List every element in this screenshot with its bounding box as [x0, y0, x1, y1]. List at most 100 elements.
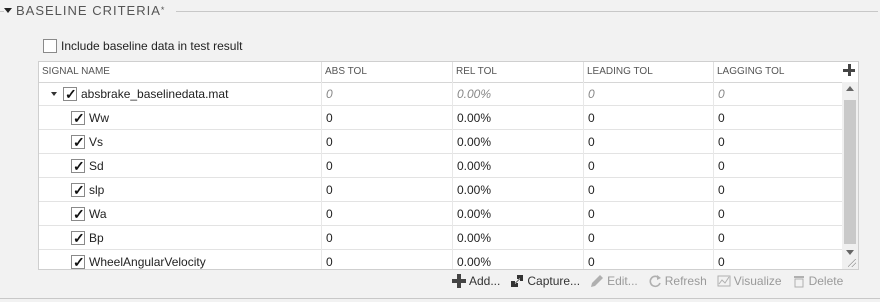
row-checkbox[interactable]: ✓	[71, 110, 85, 126]
capture-arrow-icon	[511, 275, 524, 287]
table-row[interactable]: ✓ Wa 0 0.00% 0 0	[39, 202, 842, 226]
leading-tol-cell[interactable]: 0	[584, 130, 714, 154]
table-row[interactable]: ✓ Vs 0 0.00% 0 0	[39, 130, 842, 154]
table-row-parent[interactable]: ✓ absbrake_baselinedata.mat 0 0.00% 0 0	[39, 82, 842, 106]
signal-name: absbrake_baselinedata.mat	[81, 87, 229, 101]
table-row[interactable]: ✓ Bp 0 0.00% 0 0	[39, 226, 842, 250]
row-checkbox[interactable]: ✓	[63, 86, 77, 102]
table-row[interactable]: ✓ Ww 0 0.00% 0 0	[39, 106, 842, 130]
resize-grip-icon[interactable]	[847, 258, 857, 268]
rel-tol-cell[interactable]: 0.00%	[453, 130, 584, 154]
leading-tol-cell[interactable]: 0	[584, 178, 714, 202]
abs-tol-cell[interactable]: 0	[322, 82, 453, 106]
column-header-lagging-tol[interactable]: LAGGING TOL	[714, 62, 842, 82]
capture-button[interactable]: Capture...	[510, 274, 580, 288]
section-header-baseline-criteria[interactable]: BASELINE CRITERIA *	[4, 2, 165, 18]
checkbox-box[interactable]	[43, 39, 57, 53]
checkmark-icon: ✓	[73, 158, 85, 174]
rel-tol-cell[interactable]: 0.00%	[453, 226, 584, 250]
baseline-signal-table: SIGNAL NAME ABS TOL REL TOL LEADING TOL …	[38, 61, 859, 270]
add-button[interactable]: Add...	[452, 274, 500, 288]
leading-tol-cell[interactable]: 0	[584, 226, 714, 250]
abs-tol-cell[interactable]: 0	[322, 250, 453, 269]
checkmark-icon: ✓	[73, 206, 85, 222]
column-header-leading-tol[interactable]: LEADING TOL	[584, 62, 714, 82]
abs-tol-cell[interactable]: 0	[322, 106, 453, 130]
signal-name: Sd	[89, 159, 104, 173]
lagging-tol-cell[interactable]: 0	[714, 82, 842, 106]
row-checkbox[interactable]: ✓	[71, 182, 85, 198]
rel-tol-cell[interactable]: 0.00%	[453, 202, 584, 226]
signal-name-cell: ✓ Vs	[39, 130, 322, 154]
lagging-tol-cell[interactable]: 0	[714, 178, 842, 202]
leading-tol-cell[interactable]: 0	[584, 106, 714, 130]
refresh-button[interactable]: Refresh	[648, 274, 707, 288]
abs-tol-cell[interactable]: 0	[322, 154, 453, 178]
table-header: SIGNAL NAME ABS TOL REL TOL LEADING TOL …	[39, 62, 842, 83]
signal-name-cell: ✓ Bp	[39, 226, 322, 250]
row-checkbox[interactable]: ✓	[71, 206, 85, 222]
rel-tol-cell[interactable]: 0.00%	[453, 178, 584, 202]
leading-tol-cell[interactable]: 0	[584, 154, 714, 178]
checkmark-icon: ✓	[73, 134, 85, 150]
signal-name-cell: ✓ slp	[39, 178, 322, 202]
rel-tol-cell[interactable]: 0.00%	[453, 250, 584, 269]
column-header-abs-tol[interactable]: ABS TOL	[322, 62, 453, 82]
visualize-icon	[717, 275, 731, 287]
visualize-button[interactable]: Visualize	[717, 274, 782, 288]
expand-caret-icon[interactable]	[51, 92, 57, 96]
abs-tol-cell[interactable]: 0	[322, 130, 453, 154]
lagging-tol-cell[interactable]: 0	[714, 202, 842, 226]
abs-tol-cell[interactable]: 0	[322, 202, 453, 226]
refresh-icon	[649, 275, 661, 288]
scroll-thumb[interactable]	[844, 100, 856, 244]
delete-label: Delete	[808, 274, 844, 288]
edit-button[interactable]: Edit...	[590, 274, 638, 288]
lagging-tol-cell[interactable]: 0	[714, 226, 842, 250]
signal-name-cell: ✓ Sd	[39, 154, 322, 178]
section-rule	[176, 11, 878, 12]
lagging-tol-cell[interactable]: 0	[714, 130, 842, 154]
signal-name-cell: ✓ WheelAngularVelocity	[39, 250, 322, 269]
column-header-rel-tol[interactable]: REL TOL	[453, 62, 584, 82]
checkmark-icon: ✓	[65, 86, 77, 102]
signal-name: Ww	[89, 111, 109, 125]
abs-tol-cell[interactable]: 0	[322, 226, 453, 250]
leading-tol-cell[interactable]: 0	[584, 250, 714, 269]
leading-tol-cell[interactable]: 0	[584, 82, 714, 106]
signal-name-cell: ✓ absbrake_baselinedata.mat	[39, 82, 322, 106]
section-title: BASELINE CRITERIA	[16, 2, 161, 18]
column-header-signal-name[interactable]: SIGNAL NAME	[39, 62, 322, 82]
checkmark-icon: ✓	[73, 230, 85, 246]
table-row[interactable]: ✓ Sd 0 0.00% 0 0	[39, 154, 842, 178]
rel-tol-cell[interactable]: 0.00%	[453, 82, 584, 106]
include-baseline-checkbox[interactable]: Include baseline data in test result	[43, 39, 242, 53]
lagging-tol-cell[interactable]: 0	[714, 250, 842, 269]
leading-tol-cell[interactable]: 0	[584, 202, 714, 226]
rel-tol-cell[interactable]: 0.00%	[453, 154, 584, 178]
checkmark-icon: ✓	[73, 182, 85, 198]
table-row[interactable]: ✓ slp 0 0.00% 0 0	[39, 178, 842, 202]
table-row[interactable]: ✓ WheelAngularVelocity 0 0.00% 0 0	[39, 250, 842, 269]
scroll-up-arrow-icon[interactable]	[846, 86, 854, 91]
table-toolbar: Add... Capture... Edit... Refresh Visual…	[452, 272, 853, 290]
lagging-tol-cell[interactable]: 0	[714, 106, 842, 130]
lagging-tol-cell[interactable]: 0	[714, 154, 842, 178]
row-checkbox[interactable]: ✓	[71, 254, 85, 269]
add-column-plus-icon[interactable]	[842, 63, 856, 77]
add-label: Add...	[469, 274, 501, 288]
signal-name: Wa	[89, 207, 107, 221]
rel-tol-cell[interactable]: 0.00%	[453, 106, 584, 130]
scroll-down-arrow-icon[interactable]	[846, 250, 854, 255]
row-checkbox[interactable]: ✓	[71, 134, 85, 150]
trash-icon	[793, 276, 804, 288]
vertical-scrollbar[interactable]	[842, 82, 858, 269]
row-checkbox[interactable]: ✓	[71, 158, 85, 174]
collapse-caret-icon[interactable]	[4, 7, 12, 13]
abs-tol-cell[interactable]: 0	[322, 178, 453, 202]
signal-name: Vs	[89, 135, 104, 149]
row-checkbox[interactable]: ✓	[71, 230, 85, 246]
modified-marker: *	[160, 5, 166, 15]
capture-label: Capture...	[527, 274, 581, 288]
delete-button[interactable]: Delete	[792, 274, 844, 288]
